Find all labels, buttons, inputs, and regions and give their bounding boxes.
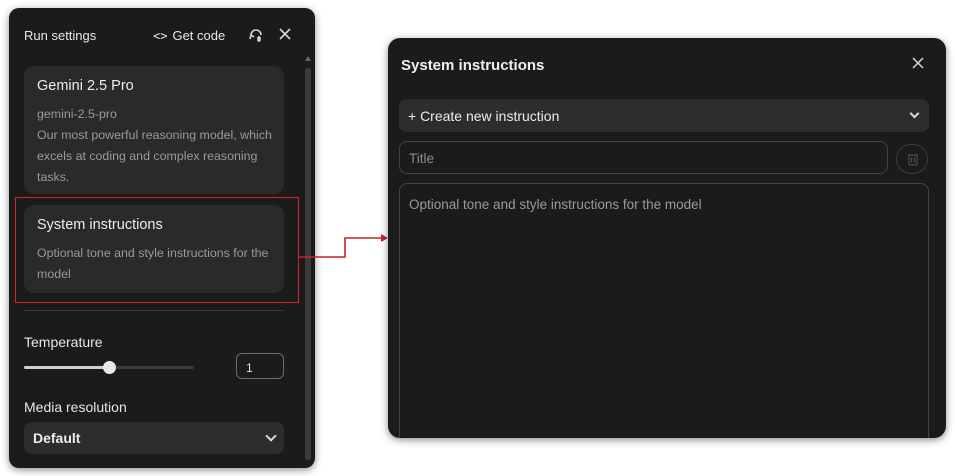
code-icon: <>	[153, 29, 168, 43]
close-icon[interactable]	[278, 27, 292, 45]
connector-arrow	[299, 234, 388, 258]
temperature-slider-thumb[interactable]	[103, 361, 116, 374]
instructions-textarea[interactable]: Optional tone and style instructions for…	[399, 183, 929, 438]
run-settings-title: Run settings	[24, 28, 97, 43]
close-icon[interactable]	[912, 56, 924, 74]
get-code-label: Get code	[172, 28, 226, 43]
scrollbar[interactable]	[305, 68, 311, 460]
media-resolution-select[interactable]: Default	[24, 422, 284, 454]
divider	[24, 310, 284, 311]
temperature-input[interactable]: 1	[236, 353, 284, 379]
temperature-slider-fill	[24, 366, 109, 369]
scrollbar-thumb[interactable]	[305, 68, 311, 460]
delete-button[interactable]	[896, 144, 928, 174]
model-id: gemini-2.5-pro	[37, 107, 117, 121]
chevron-down-icon	[265, 430, 277, 442]
temperature-slider[interactable]	[24, 361, 194, 374]
title-placeholder: Title	[409, 151, 435, 166]
media-resolution-value: Default	[33, 430, 81, 446]
media-resolution-label: Media resolution	[24, 399, 127, 415]
temperature-label: Temperature	[24, 334, 103, 350]
model-card[interactable]: Gemini 2.5 Pro gemini-2.5-pro Our most p…	[24, 66, 284, 194]
chevron-down-icon	[909, 108, 920, 119]
system-instructions-panel: System instructions + Create new instruc…	[388, 38, 946, 438]
trash-icon	[908, 154, 918, 166]
compare-icon[interactable]	[248, 27, 264, 47]
model-name: Gemini 2.5 Pro	[37, 78, 134, 94]
instructions-placeholder: Optional tone and style instructions for…	[409, 197, 702, 212]
panel-title: System instructions	[401, 57, 545, 74]
get-code-button[interactable]: <> Get code	[153, 28, 225, 43]
highlight-box	[15, 197, 299, 303]
model-description: Our most powerful reasoning model, which…	[37, 128, 272, 184]
title-input[interactable]: Title	[399, 141, 888, 174]
create-instruction-dropdown[interactable]: + Create new instruction	[399, 99, 929, 132]
create-instruction-label: + Create new instruction	[408, 108, 560, 124]
scroll-up-icon[interactable]	[305, 56, 311, 61]
